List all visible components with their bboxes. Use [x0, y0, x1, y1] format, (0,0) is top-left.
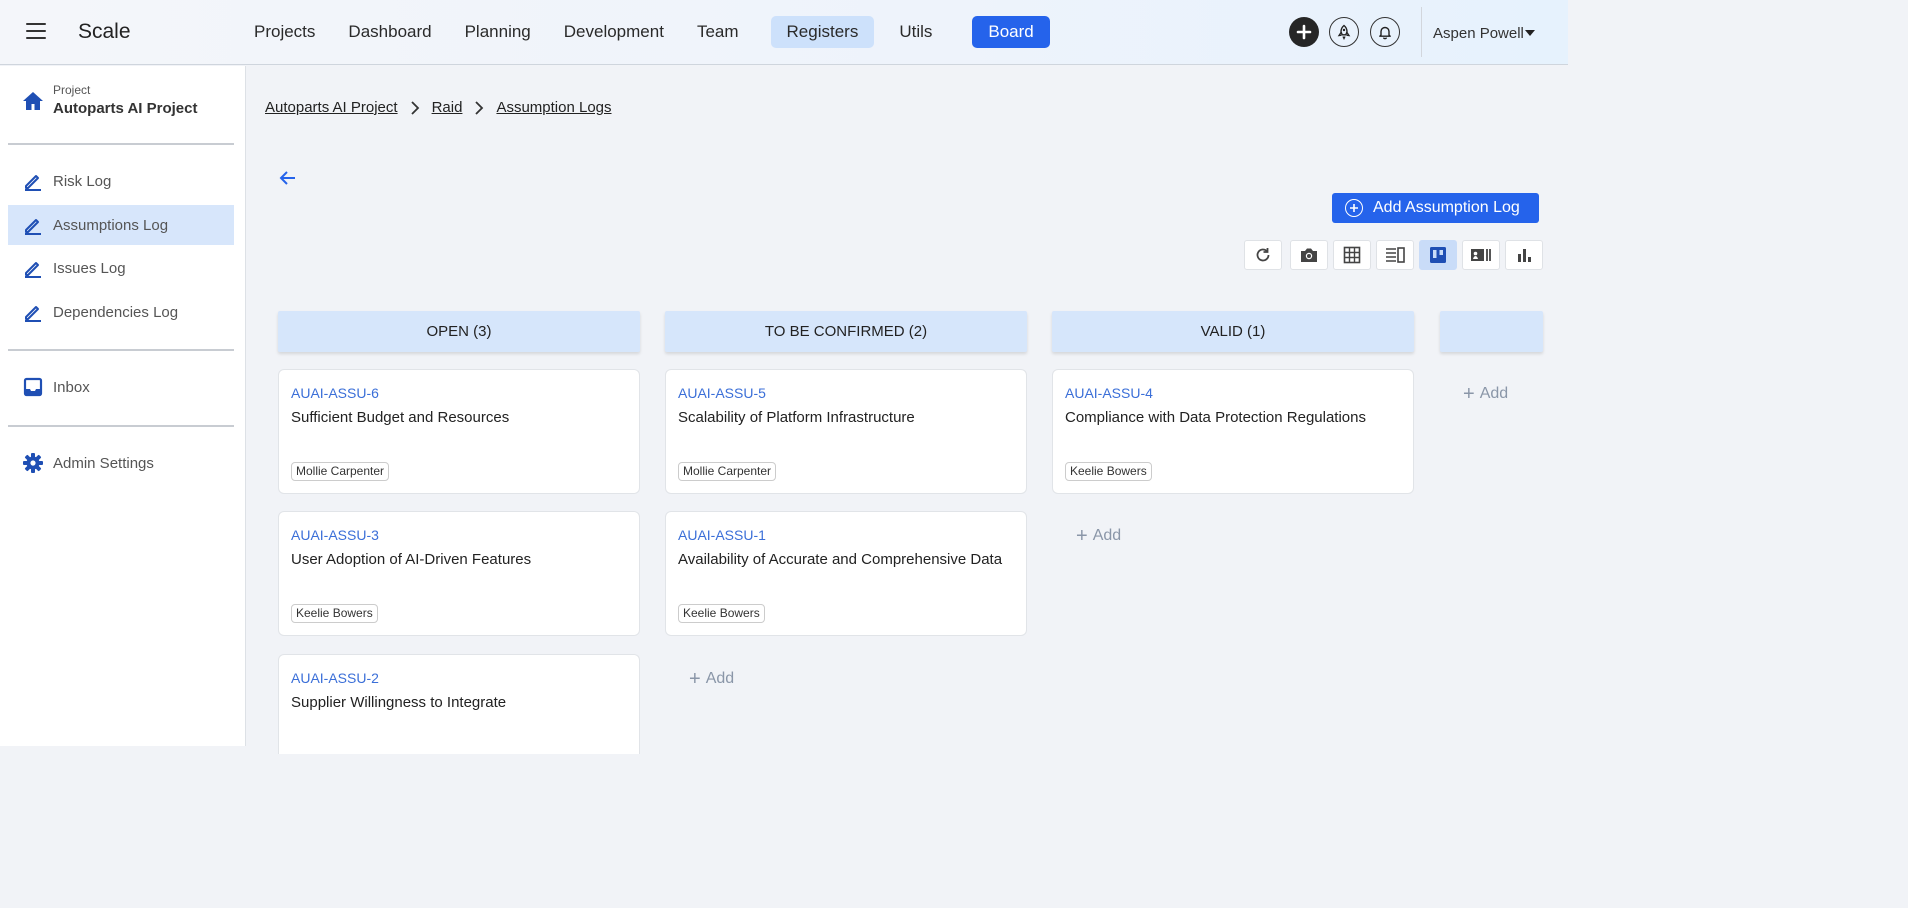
- add-card-button[interactable]: + Add: [689, 669, 734, 689]
- project-label: Project: [53, 83, 91, 97]
- add-card-button[interactable]: + Add: [1463, 384, 1508, 404]
- refresh-icon[interactable]: [1244, 240, 1282, 270]
- card-title: Scalability of Platform Infrastructure: [678, 409, 915, 426]
- add-label: Add: [705, 670, 735, 687]
- owner-tag: Keelie Bowers: [291, 604, 378, 623]
- sidebar-item-risk-log[interactable]: Risk Log: [8, 161, 234, 201]
- board-card[interactable]: AUAI-ASSU-5 Scalability of Platform Infr…: [665, 369, 1027, 494]
- card-title: Compliance with Data Protection Regulati…: [1065, 409, 1366, 426]
- plus-circle-icon: [1345, 199, 1363, 217]
- card-id[interactable]: AUAI-ASSU-2: [291, 670, 379, 686]
- app-title: Scale: [78, 20, 131, 43]
- home-icon: [22, 90, 44, 112]
- sidebar-item-admin-settings[interactable]: Admin Settings: [8, 443, 234, 483]
- board-card[interactable]: AUAI-ASSU-4 Compliance with Data Protect…: [1052, 369, 1414, 494]
- column-header-open: OPEN (3): [278, 311, 640, 352]
- breadcrumb: Autoparts AI Project Raid Assumption Log…: [265, 99, 612, 116]
- column-header-valid: VALID (1): [1052, 311, 1414, 352]
- board-card[interactable]: AUAI-ASSU-3 User Adoption of AI-Driven F…: [278, 511, 640, 636]
- add-label: Add: [1479, 385, 1509, 402]
- column-header-next: [1440, 311, 1543, 352]
- sidebar-item-inbox[interactable]: Inbox: [8, 367, 234, 407]
- card-id[interactable]: AUAI-ASSU-6: [291, 385, 379, 401]
- bell-icon[interactable]: [1370, 17, 1400, 47]
- chevron-right-icon: [474, 100, 484, 115]
- add-label: Add: [1092, 527, 1122, 544]
- card-icon[interactable]: [1462, 240, 1500, 270]
- breadcrumb-raid[interactable]: Raid: [432, 99, 463, 116]
- owner-tag: Mollie Carpenter: [678, 462, 777, 481]
- add-assumption-log-label: Add Assumption Log: [1373, 199, 1520, 216]
- owner-tag: Mollie Carpenter: [291, 462, 390, 481]
- edit-icon: [22, 301, 44, 323]
- card-id[interactable]: AUAI-ASSU-1: [678, 527, 766, 543]
- sidebar-item-assumptions-log[interactable]: Assumptions Log: [8, 205, 234, 245]
- sidebar-item-label: Admin Settings: [53, 454, 154, 472]
- menu-icon[interactable]: [26, 23, 46, 41]
- add-icon[interactable]: [1289, 17, 1319, 47]
- edit-icon: [22, 214, 44, 236]
- nav-board[interactable]: Board: [972, 16, 1050, 48]
- add-assumption-log-button[interactable]: Add Assumption Log: [1332, 193, 1539, 223]
- view-toolbar: [1244, 240, 1548, 270]
- chevron-down-icon[interactable]: [1525, 30, 1535, 36]
- nav-registers[interactable]: Registers: [770, 16, 875, 48]
- nav-team[interactable]: Team: [683, 16, 753, 48]
- inbox-icon: [22, 376, 44, 398]
- card-title: Supplier Willingness to Integrate: [291, 694, 507, 711]
- breadcrumb-project[interactable]: Autoparts AI Project: [265, 99, 398, 116]
- board-card[interactable]: AUAI-ASSU-1 Availability of Accurate and…: [665, 511, 1027, 636]
- add-card-button[interactable]: + Add: [1076, 526, 1121, 546]
- card-title: Sufficient Budget and Resources: [291, 409, 510, 426]
- plus-icon: +: [1076, 525, 1088, 547]
- top-divider: [1421, 7, 1422, 57]
- sidebar-divider: [8, 349, 234, 351]
- sidebar-item-label: Risk Log: [53, 172, 112, 190]
- chart-icon[interactable]: [1505, 240, 1543, 270]
- board-icon[interactable]: [1419, 240, 1457, 270]
- card-id[interactable]: AUAI-ASSU-4: [1065, 385, 1153, 401]
- project-name: Autoparts AI Project: [53, 100, 198, 117]
- owner-tag: Keelie Bowers: [1065, 462, 1152, 481]
- table-icon[interactable]: [1333, 240, 1371, 270]
- top-bar: Scale Projects Dashboard Planning Develo…: [0, 0, 1568, 65]
- edit-icon: [22, 257, 44, 279]
- owner-tag: Keelie Bowers: [678, 604, 765, 623]
- back-arrow-icon[interactable]: [278, 168, 300, 188]
- card-title: User Adoption of AI-Driven Features: [291, 551, 532, 568]
- sidebar: Project Autoparts AI Project Risk Log As…: [0, 66, 246, 746]
- card-title: Availability of Accurate and Comprehensi…: [678, 551, 1003, 568]
- nav-projects[interactable]: Projects: [240, 16, 329, 48]
- sidebar-item-issues-log[interactable]: Issues Log: [8, 248, 234, 288]
- nav-dashboard[interactable]: Dashboard: [334, 16, 445, 48]
- sidebar-item-label: Assumptions Log: [53, 216, 169, 234]
- main-nav: Projects Dashboard Planning Development …: [240, 16, 1055, 48]
- plus-icon: +: [689, 668, 701, 690]
- user-menu[interactable]: Aspen Powell: [1433, 25, 1524, 42]
- sidebar-divider: [8, 425, 234, 427]
- sidebar-item-dependencies-log[interactable]: Dependencies Log: [8, 292, 234, 332]
- gear-icon: [22, 452, 44, 474]
- sidebar-item-label: Inbox: [53, 378, 90, 396]
- card-id[interactable]: AUAI-ASSU-5: [678, 385, 766, 401]
- rocket-icon[interactable]: [1329, 17, 1359, 47]
- chevron-right-icon: [410, 100, 420, 115]
- sidebar-item-label: Issues Log: [53, 259, 126, 277]
- sidebar-item-label: Dependencies Log: [53, 303, 179, 321]
- board-card[interactable]: AUAI-ASSU-2 Supplier Willingness to Inte…: [278, 654, 640, 754]
- nav-development[interactable]: Development: [550, 16, 678, 48]
- camera-icon[interactable]: [1290, 240, 1328, 270]
- edit-icon: [22, 170, 44, 192]
- sidebar-divider: [8, 143, 234, 145]
- board-card[interactable]: AUAI-ASSU-6 Sufficient Budget and Resour…: [278, 369, 640, 494]
- nav-utils[interactable]: Utils: [885, 16, 946, 48]
- card-id[interactable]: AUAI-ASSU-3: [291, 527, 379, 543]
- list-icon[interactable]: [1376, 240, 1414, 270]
- nav-planning[interactable]: Planning: [451, 16, 545, 48]
- plus-icon: +: [1463, 383, 1475, 405]
- breadcrumb-assumption-logs[interactable]: Assumption Logs: [496, 99, 611, 116]
- project-header[interactable]: Project Autoparts AI Project: [0, 66, 246, 144]
- column-header-to-be-confirmed: TO BE CONFIRMED (2): [665, 311, 1027, 352]
